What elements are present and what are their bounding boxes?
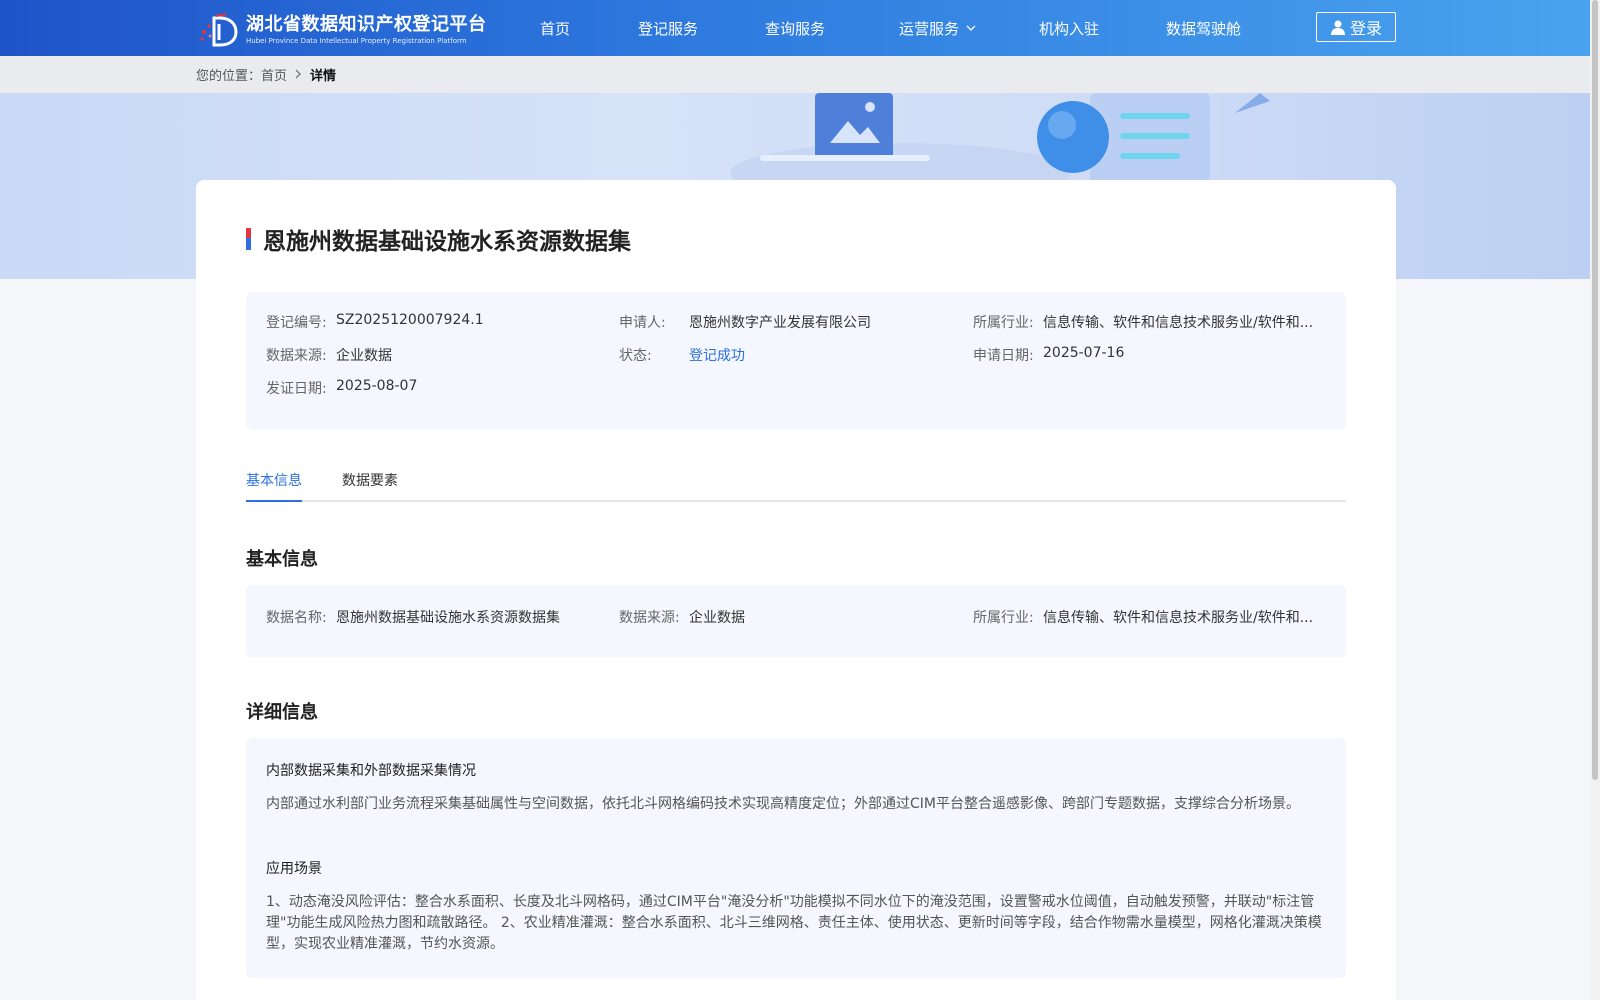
logo-title: 湖北省数据知识产权登记平台 bbox=[246, 14, 487, 35]
basic-section-title: 基本信息 bbox=[246, 549, 318, 570]
login-label: 登录 bbox=[1349, 19, 1382, 38]
scrollbar-thumb[interactable] bbox=[1592, 0, 1598, 780]
field-label: 状态: bbox=[619, 348, 652, 364]
breadcrumb: 您的位置： 首页 详情 bbox=[196, 56, 336, 93]
field-label: 申请日期: bbox=[973, 348, 1034, 364]
breadcrumb-prefix: 您的位置： bbox=[196, 69, 262, 84]
breadcrumb-current: 详情 bbox=[310, 69, 337, 84]
field-label: 数据名称: bbox=[266, 610, 327, 626]
data-name-value: 恩施州数据基础设施水系资源数据集 bbox=[336, 610, 560, 626]
basic-source-value: 企业数据 bbox=[689, 610, 745, 626]
nav-home[interactable]: 首页 bbox=[540, 0, 570, 56]
field-label: 申请人: bbox=[619, 315, 666, 331]
industry-value: 信息传输、软件和信息技术服务业/软件和... bbox=[1043, 315, 1314, 331]
chevron-down-icon bbox=[966, 23, 976, 34]
field-label: 所属行业: bbox=[973, 315, 1034, 331]
breadcrumb-bar: 您的位置： 首页 详情 bbox=[0, 56, 1590, 93]
nav-institution[interactable]: 机构入驻 bbox=[1039, 0, 1099, 56]
reg-no-value: SZ2025120007924.1 bbox=[336, 312, 484, 328]
detail-info-panel: 内部数据采集和外部数据采集情况 内部通过水利部门业务流程采集基础属性与空间数据，… bbox=[246, 738, 1346, 978]
applicant-field: 申请人: 恩施州数字产业发展有限公司 bbox=[619, 312, 871, 332]
tab-bar: 基本信息 数据要素 bbox=[246, 462, 1346, 502]
cert-date-field: 发证日期: 2025-08-07 bbox=[266, 378, 417, 398]
logo-emblem-icon bbox=[196, 12, 242, 48]
data-name-field: 数据名称: 恩施州数据基础设施水系资源数据集 bbox=[266, 607, 560, 627]
title-accent-icon bbox=[246, 228, 251, 250]
nav-operations[interactable]: 运营服务 bbox=[899, 0, 976, 56]
nav-registration[interactable]: 登记服务 bbox=[638, 0, 698, 56]
page-scrollbar[interactable] bbox=[1590, 0, 1600, 1000]
login-button[interactable]: 登录 bbox=[1316, 12, 1396, 42]
status-badge: 登记成功 bbox=[689, 348, 745, 364]
applicant-value: 恩施州数字产业发展有限公司 bbox=[689, 315, 871, 331]
detail-section-title: 详细信息 bbox=[246, 702, 318, 723]
tab-basic-info[interactable]: 基本信息 bbox=[246, 470, 302, 502]
nav-dashboard[interactable]: 数据驾驶舱 bbox=[1166, 0, 1241, 56]
field-label: 所属行业: bbox=[973, 610, 1034, 626]
field-label: 数据来源: bbox=[266, 348, 327, 364]
apply-date-value: 2025-07-16 bbox=[1043, 345, 1125, 361]
chevron-right-icon bbox=[295, 68, 302, 82]
field-label: 发证日期: bbox=[266, 381, 327, 397]
summary-panel: 登记编号: SZ2025120007924.1 申请人: 恩施州数字产业发展有限… bbox=[246, 292, 1346, 430]
reg-no-field: 登记编号: SZ2025120007924.1 bbox=[266, 312, 484, 332]
breadcrumb-home[interactable]: 首页 bbox=[261, 65, 287, 84]
logo-subtitle: Hubei Province Data Intellectual Propert… bbox=[246, 37, 467, 45]
page-title: 恩施州数据基础设施水系资源数据集 bbox=[263, 229, 631, 255]
industry-field: 所属行业: 信息传输、软件和信息技术服务业/软件和... bbox=[973, 312, 1323, 332]
source-field: 数据来源: 企业数据 bbox=[266, 345, 392, 365]
nav-query[interactable]: 查询服务 bbox=[765, 0, 825, 56]
basic-industry-value: 信息传输、软件和信息技术服务业/软件和... bbox=[1043, 610, 1314, 626]
nav-operations-label: 运营服务 bbox=[899, 19, 960, 38]
platform-logo[interactable]: 湖北省数据知识产权登记平台 Hubei Province Data Intell… bbox=[196, 12, 496, 48]
collection-heading: 内部数据采集和外部数据采集情况 bbox=[266, 763, 476, 779]
field-label: 数据来源: bbox=[619, 610, 680, 626]
title-row: 恩施州数据基础设施水系资源数据集 bbox=[246, 222, 631, 256]
apply-date-field: 申请日期: 2025-07-16 bbox=[973, 345, 1124, 365]
scenario-text: 1、动态淹没风险评估：整合水系面积、长度及北斗网格码，通过CIM平台"淹没分析"… bbox=[266, 894, 1322, 952]
field-label: 登记编号: bbox=[266, 315, 327, 331]
user-icon bbox=[1330, 20, 1345, 35]
cert-date-value: 2025-08-07 bbox=[336, 378, 418, 394]
detail-card: 恩施州数据基础设施水系资源数据集 登记编号: SZ2025120007924.1… bbox=[196, 180, 1396, 1000]
tab-data-elements[interactable]: 数据要素 bbox=[342, 470, 398, 500]
top-header: 湖北省数据知识产权登记平台 Hubei Province Data Intell… bbox=[0, 0, 1590, 56]
basic-source-field: 数据来源: 企业数据 bbox=[619, 607, 745, 627]
basic-industry-field: 所属行业: 信息传输、软件和信息技术服务业/软件和... bbox=[973, 607, 1323, 627]
collection-text: 内部通过水利部门业务流程采集基础属性与空间数据，依托北斗网格编码技术实现高精度定… bbox=[266, 796, 1300, 812]
scenario-heading: 应用场景 bbox=[266, 861, 322, 877]
basic-info-panel: 数据名称: 恩施州数据基础设施水系资源数据集 数据来源: 企业数据 所属行业: … bbox=[246, 585, 1346, 657]
status-field: 状态: 登记成功 bbox=[619, 345, 745, 365]
source-value: 企业数据 bbox=[336, 348, 392, 364]
